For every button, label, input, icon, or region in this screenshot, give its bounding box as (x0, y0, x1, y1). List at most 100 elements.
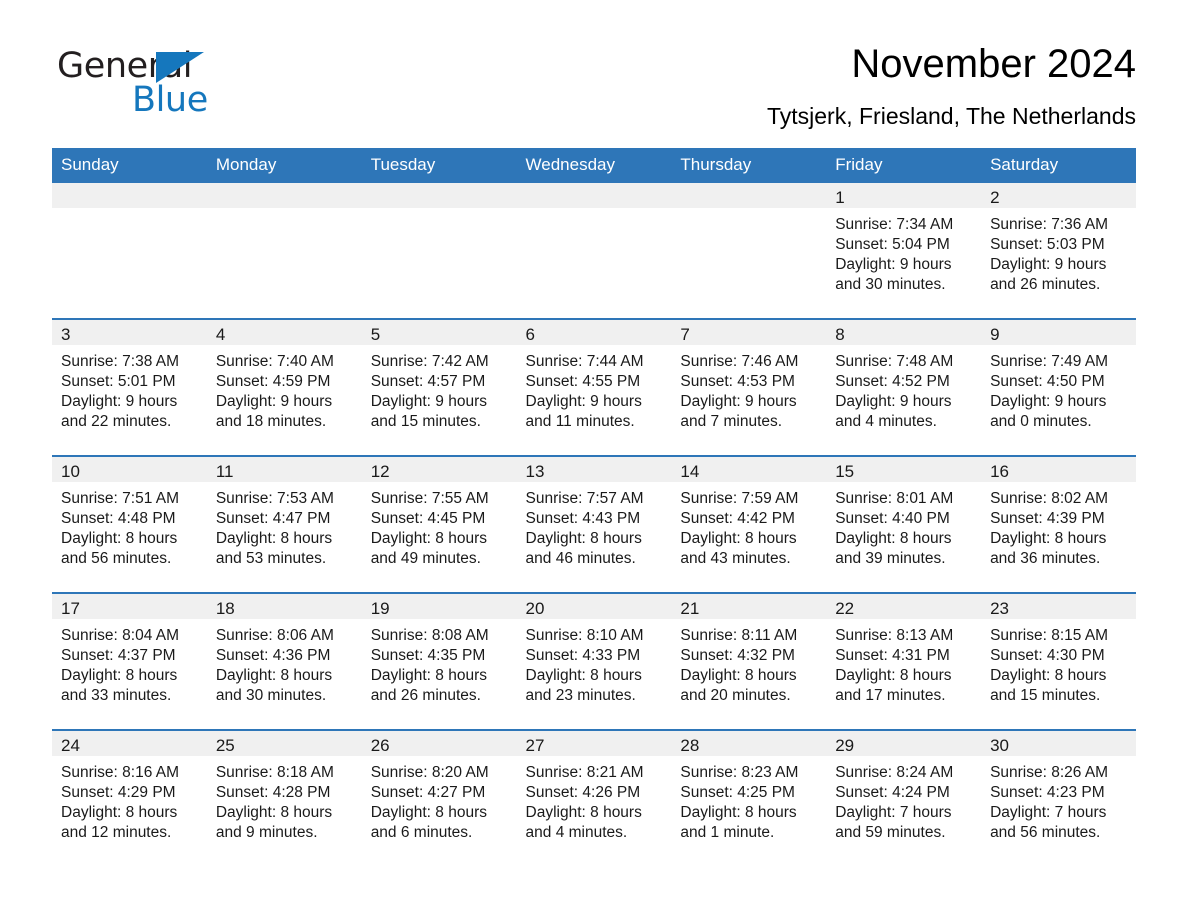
calendar-day-cell-empty (671, 183, 827, 319)
day-details: Sunrise: 7:38 AM Sunset: 5:01 PM Daylight:… (52, 345, 207, 432)
sunset-time: Sunset: 4:52 PM (835, 373, 950, 390)
sunrise-time: Sunrise: 8:11 AM (680, 627, 798, 644)
daylight-duration-line1: Daylight: 8 hours (680, 667, 797, 684)
day-details: Sunrise: 8:04 AM Sunset: 4:37 PM Daylight:… (52, 619, 207, 706)
calendar-day-cell[interactable]: 4 Sunrise: 7:40 AM Sunset: 4:59 PM Daylight… (206, 318, 362, 456)
sunset-time: Sunset: 4:50 PM (990, 373, 1105, 390)
daylight-duration-line1: Daylight: 9 hours (61, 393, 178, 410)
calendar-day-cell[interactable]: 17 Sunrise: 8:04 AM Sunset: 4:37 PM Dayligh… (52, 592, 207, 730)
calendar-day-cell[interactable]: 18 Sunrise: 8:06 AM Sunset: 4:36 PM Dayligh… (206, 592, 362, 730)
day-details: Sunrise: 8:18 AM Sunset: 4:28 PM Daylight:… (207, 756, 362, 843)
sunrise-time: Sunrise: 8:16 AM (61, 764, 180, 781)
page-header: General Blue November 2024 Tytsjerk, Fri… (0, 0, 1188, 130)
sunset-time: Sunset: 5:01 PM (61, 373, 176, 390)
day-details: Sunrise: 7:55 AM Sunset: 4:45 PM Daylight:… (362, 482, 517, 569)
sunrise-time: Sunrise: 8:08 AM (370, 627, 489, 644)
daylight-duration-line2: and 15 minutes. (370, 413, 481, 430)
calendar-day-cell[interactable]: 12 Sunrise: 7:55 AM Sunset: 4:45 PM Dayligh… (361, 455, 517, 593)
calendar-day-cell[interactable]: 16 Sunrise: 8:02 AM Sunset: 4:39 PM Dayligh… (981, 455, 1136, 593)
day-number: 18 (206, 594, 362, 619)
daylight-duration-line1: Daylight: 9 hours (990, 393, 1107, 410)
calendar-week-row: 24 Sunrise: 8:16 AM Sunset: 4:29 PM Dayligh… (52, 729, 1136, 866)
daylight-duration-line2: and 23 minutes. (525, 687, 636, 704)
calendar-week-row: 17 Sunrise: 8:04 AM Sunset: 4:37 PM Dayligh… (52, 592, 1136, 730)
day-number: 21 (671, 594, 827, 619)
day-number (52, 183, 207, 208)
calendar-day-cell[interactable]: 20 Sunrise: 8:10 AM Sunset: 4:33 PM Dayligh… (516, 592, 672, 730)
sunrise-time: Sunrise: 7:38 AM (61, 353, 180, 370)
sunrise-time: Sunrise: 7:40 AM (215, 353, 334, 370)
sunrise-time: Sunrise: 7:36 AM (990, 216, 1109, 233)
day-details: Sunrise: 7:59 AM Sunset: 4:42 PM Daylight:… (671, 482, 826, 569)
sunset-time: Sunset: 4:32 PM (680, 647, 795, 664)
sunrise-time: Sunrise: 7:46 AM (680, 353, 799, 370)
day-details: Sunrise: 8:01 AM Sunset: 4:40 PM Daylight:… (826, 482, 981, 569)
daylight-duration-line1: Daylight: 8 hours (680, 530, 797, 547)
sunset-time: Sunset: 4:36 PM (215, 647, 331, 664)
calendar-day-cell[interactable]: 30 Sunrise: 8:26 AM Sunset: 4:23 PM Dayligh… (981, 729, 1136, 866)
daylight-duration-line1: Daylight: 8 hours (215, 530, 333, 547)
day-details: Sunrise: 8:21 AM Sunset: 4:26 PM Daylight:… (517, 756, 672, 843)
sunrise-time: Sunrise: 7:48 AM (835, 353, 954, 370)
daylight-duration-line1: Daylight: 8 hours (680, 804, 797, 821)
calendar-day-cell[interactable]: 5 Sunrise: 7:42 AM Sunset: 4:57 PM Daylight… (361, 318, 517, 456)
sunset-time: Sunset: 4:33 PM (525, 647, 641, 664)
calendar-day-cell[interactable]: 8 Sunrise: 7:48 AM Sunset: 4:52 PM Daylight… (826, 318, 982, 456)
calendar-day-cell[interactable]: 23 Sunrise: 8:15 AM Sunset: 4:30 PM Dayligh… (981, 592, 1136, 730)
sunset-time: Sunset: 4:42 PM (680, 510, 795, 527)
calendar-day-cell[interactable]: 1 Sunrise: 7:34 AM Sunset: 5:04 PM Daylight… (826, 183, 982, 319)
day-number: 3 (52, 320, 207, 345)
calendar-day-cell[interactable]: 26 Sunrise: 8:20 AM Sunset: 4:27 PM Dayligh… (361, 729, 517, 866)
sunrise-time: Sunrise: 7:57 AM (525, 490, 644, 507)
weekday-header-wednesday: Wednesday (516, 148, 672, 183)
calendar-day-cell[interactable]: 3 Sunrise: 7:38 AM Sunset: 5:01 PM Daylight… (52, 318, 207, 456)
calendar-day-cell[interactable]: 9 Sunrise: 7:49 AM Sunset: 4:50 PM Daylight… (981, 318, 1136, 456)
calendar-day-cell[interactable]: 28 Sunrise: 8:23 AM Sunset: 4:25 PM Dayligh… (671, 729, 827, 866)
sunrise-time: Sunrise: 8:13 AM (835, 627, 954, 644)
calendar-day-cell[interactable]: 29 Sunrise: 8:24 AM Sunset: 4:24 PM Dayligh… (826, 729, 982, 866)
sunset-time: Sunset: 4:28 PM (215, 784, 331, 801)
day-number: 2 (981, 183, 1136, 208)
daylight-duration-line2: and 56 minutes. (990, 824, 1101, 841)
day-number: 7 (671, 320, 827, 345)
calendar-day-cell[interactable]: 15 Sunrise: 8:01 AM Sunset: 4:40 PM Dayligh… (826, 455, 982, 593)
day-number (516, 183, 672, 208)
weekday-header-row: Sunday Monday Tuesday Wednesday Thursday… (52, 148, 1136, 183)
daylight-duration-line2: and 39 minutes. (835, 550, 946, 567)
day-number: 12 (361, 457, 517, 482)
calendar-day-cell-empty (516, 183, 672, 319)
daylight-duration-line1: Daylight: 8 hours (990, 530, 1107, 547)
calendar-day-cell[interactable]: 22 Sunrise: 8:13 AM Sunset: 4:31 PM Dayligh… (826, 592, 982, 730)
daylight-duration-line1: Daylight: 8 hours (525, 530, 642, 547)
day-number: 20 (516, 594, 672, 619)
calendar-day-cell[interactable]: 19 Sunrise: 8:08 AM Sunset: 4:35 PM Dayligh… (361, 592, 517, 730)
calendar-day-cell[interactable]: 25 Sunrise: 8:18 AM Sunset: 4:28 PM Dayligh… (206, 729, 362, 866)
page-title: November 2024 (851, 42, 1136, 86)
daylight-duration-line1: Daylight: 7 hours (990, 804, 1107, 821)
daylight-duration-line1: Daylight: 9 hours (370, 393, 487, 410)
day-details: Sunrise: 7:42 AM Sunset: 4:57 PM Daylight:… (362, 345, 517, 432)
day-number: 30 (981, 731, 1136, 756)
day-number: 28 (671, 731, 827, 756)
sunset-time: Sunset: 4:55 PM (525, 373, 641, 390)
day-number: 8 (826, 320, 982, 345)
daylight-duration-line1: Daylight: 8 hours (370, 804, 487, 821)
calendar-day-cell[interactable]: 13 Sunrise: 7:57 AM Sunset: 4:43 PM Dayligh… (516, 455, 672, 593)
sunset-time: Sunset: 4:59 PM (215, 373, 331, 390)
calendar-day-cell[interactable]: 24 Sunrise: 8:16 AM Sunset: 4:29 PM Dayligh… (52, 729, 207, 866)
calendar-week-row: 1 Sunrise: 7:34 AM Sunset: 5:04 PM Daylight… (52, 183, 1136, 319)
calendar-day-cell[interactable]: 27 Sunrise: 8:21 AM Sunset: 4:26 PM Dayligh… (516, 729, 672, 866)
calendar-day-cell[interactable]: 11 Sunrise: 7:53 AM Sunset: 4:47 PM Dayligh… (206, 455, 362, 593)
sunset-time: Sunset: 4:27 PM (370, 784, 486, 801)
daylight-duration-line2: and 43 minutes. (680, 550, 791, 567)
daylight-duration-line2: and 6 minutes. (370, 824, 473, 841)
sunset-time: Sunset: 4:37 PM (61, 647, 176, 664)
calendar-day-cell[interactable]: 2 Sunrise: 7:36 AM Sunset: 5:03 PM Daylight… (981, 183, 1136, 319)
sunset-time: Sunset: 5:03 PM (990, 236, 1105, 253)
calendar-day-cell[interactable]: 10 Sunrise: 7:51 AM Sunset: 4:48 PM Dayligh… (52, 455, 207, 593)
day-number (671, 183, 827, 208)
calendar-day-cell[interactable]: 7 Sunrise: 7:46 AM Sunset: 4:53 PM Daylight… (671, 318, 827, 456)
calendar-day-cell[interactable]: 21 Sunrise: 8:11 AM Sunset: 4:32 PM Dayligh… (671, 592, 827, 730)
calendar-day-cell[interactable]: 14 Sunrise: 7:59 AM Sunset: 4:42 PM Dayligh… (671, 455, 827, 593)
calendar-day-cell[interactable]: 6 Sunrise: 7:44 AM Sunset: 4:55 PM Daylight… (516, 318, 672, 456)
